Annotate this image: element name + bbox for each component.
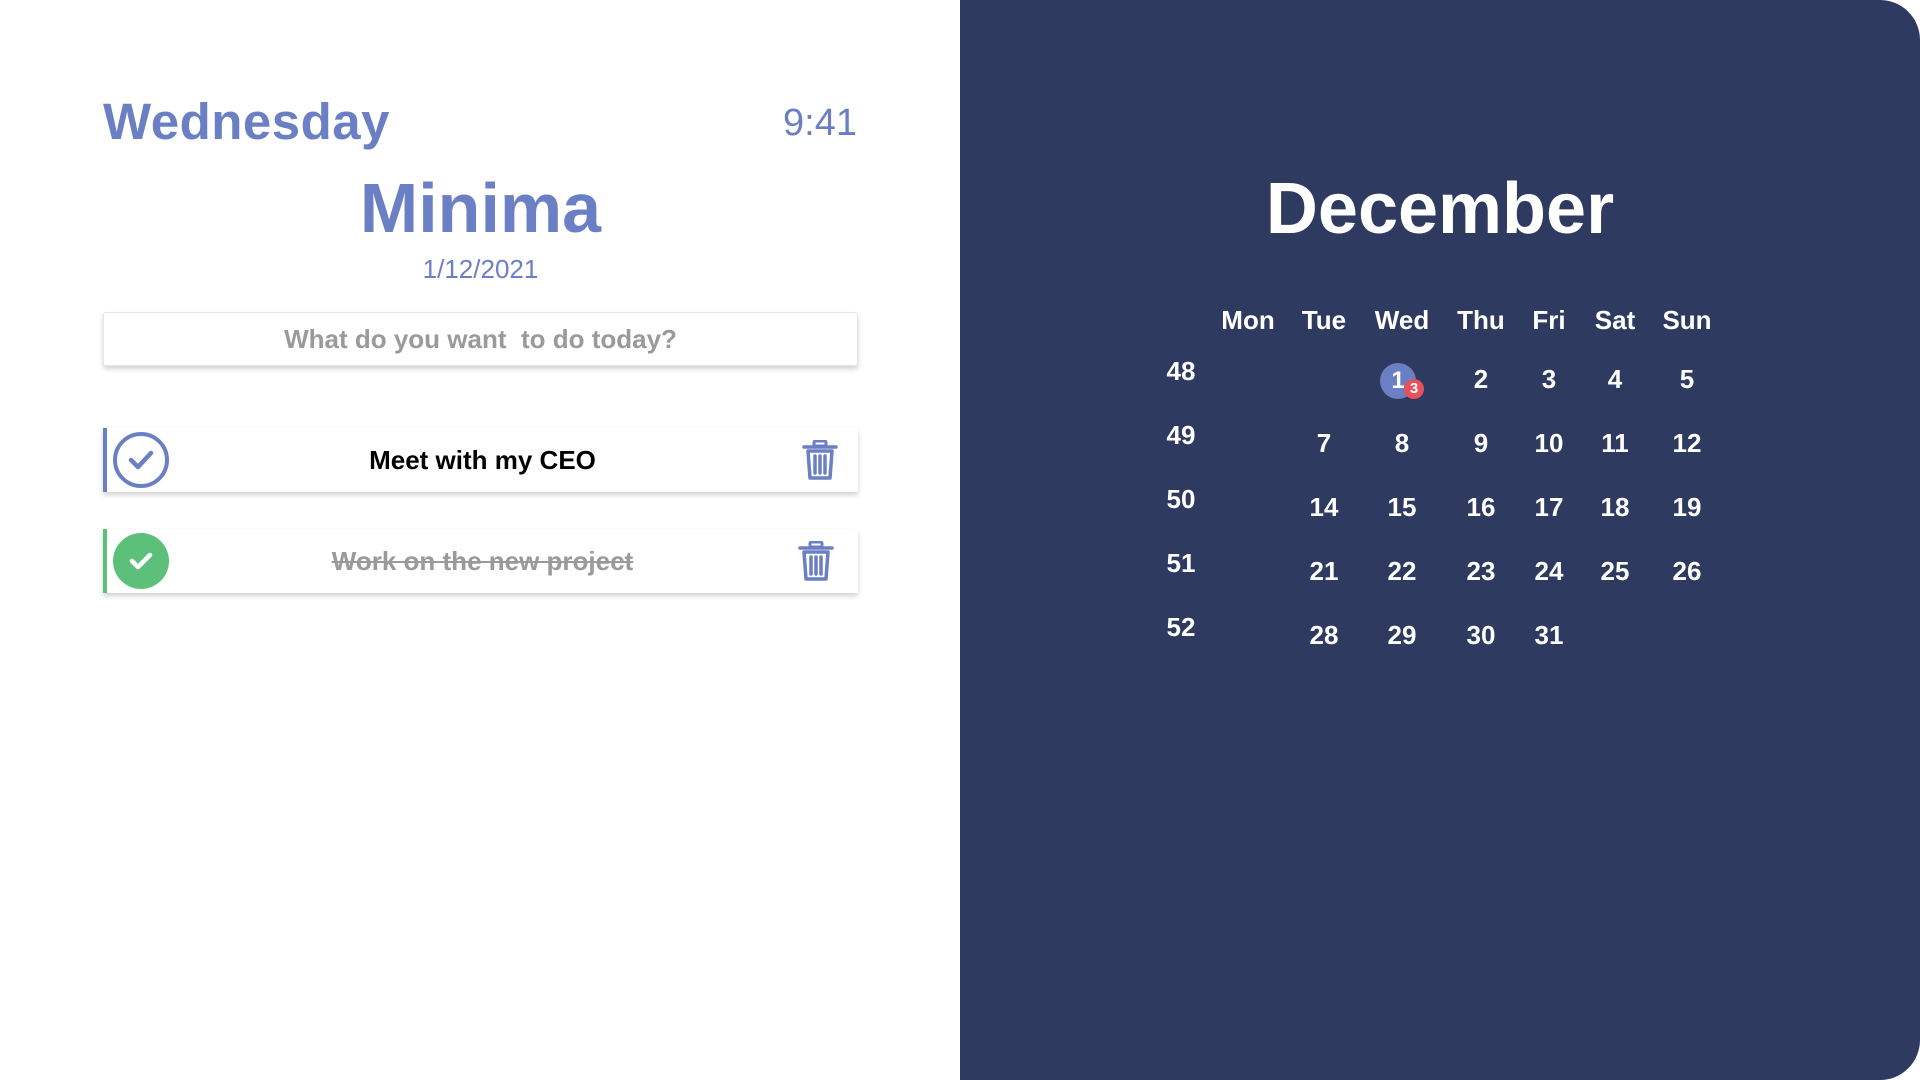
calendar-day[interactable]: 15 [1388,492,1417,523]
calendar-day[interactable]: 23 [1467,556,1496,587]
weekday-label: Thu [1457,305,1505,335]
week-number: 52 [1166,612,1196,642]
calendar-day[interactable]: 28 [1310,620,1339,651]
calendar-day[interactable]: 22 [1388,556,1417,587]
todo-panel: Wednesday 9:41 Minima 1/12/2021 Meet wit… [0,0,960,1080]
calendar-day[interactable]: 8 [1395,428,1409,459]
calendar-day[interactable]: 7 [1317,428,1331,459]
month-title: December [1265,169,1615,249]
day-name: Wednesday [103,93,390,150]
weekday-label: Sat [1594,305,1636,335]
current-date: 1/12/2021 [422,254,539,284]
check-circle-filled-icon[interactable] [113,533,169,589]
app-window: Wednesday 9:41 Minima 1/12/2021 Meet wit… [0,0,1920,1080]
calendar-day[interactable]: 18 [1601,492,1630,523]
calendar-day[interactable]: 17 [1535,492,1564,523]
calendar-day[interactable]: 16 [1467,492,1496,523]
calendar-day[interactable]: 5 [1680,364,1694,395]
calendar-day[interactable]: 14 [1310,492,1339,523]
week-number: 50 [1166,484,1196,514]
week-number: 48 [1166,356,1196,386]
calendar-day[interactable]: 25 [1601,556,1630,587]
calendar-day[interactable]: 10 [1535,428,1564,459]
task-item: Meet with my CEO [103,428,858,492]
calendar-day[interactable]: 29 [1388,620,1417,651]
week-number: 51 [1166,548,1196,578]
week-number: 49 [1166,420,1196,450]
new-task-input[interactable] [103,312,858,366]
calendar-day[interactable]: 11 [1601,428,1629,459]
calendar-panel: December Mon Tue Wed Thu Fri Sat Sun 48 1 3 2 3 4 5 4… [960,0,1920,1080]
weekday-label: Wed [1374,305,1430,335]
calendar-day[interactable]: 12 [1673,428,1702,459]
weekday-label: Tue [1301,305,1347,335]
calendar-day[interactable]: 30 [1467,620,1496,651]
trash-icon[interactable] [798,540,834,581]
calendar-day[interactable]: 9 [1474,428,1488,459]
calendar-day[interactable]: 4 [1608,364,1622,395]
calendar-day[interactable]: 31 [1535,620,1564,651]
task-text: Work on the new project [331,545,634,576]
calendar-day[interactable]: 26 [1673,556,1702,587]
calendar-day[interactable]: 2 [1474,364,1488,395]
task-item: Work on the new project [103,529,858,593]
trash-icon[interactable] [802,439,838,480]
weekday-label: Fri [1532,305,1566,335]
weekday-label: Mon [1221,305,1275,335]
check-circle-outline-icon[interactable] [113,432,169,488]
calendar-day[interactable]: 19 [1673,492,1702,523]
calendar-day[interactable]: 24 [1535,556,1564,587]
task-text: Meet with my CEO [369,444,596,475]
task-count-badge: 3 [1404,379,1424,399]
app-title: Minima [359,169,602,247]
weekday-label: Sun [1662,305,1712,335]
calendar-day[interactable]: 3 [1542,364,1556,395]
today-cell[interactable]: 13 [1380,363,1424,403]
clock: 9:41 [783,102,857,144]
calendar-day[interactable]: 21 [1310,556,1339,587]
